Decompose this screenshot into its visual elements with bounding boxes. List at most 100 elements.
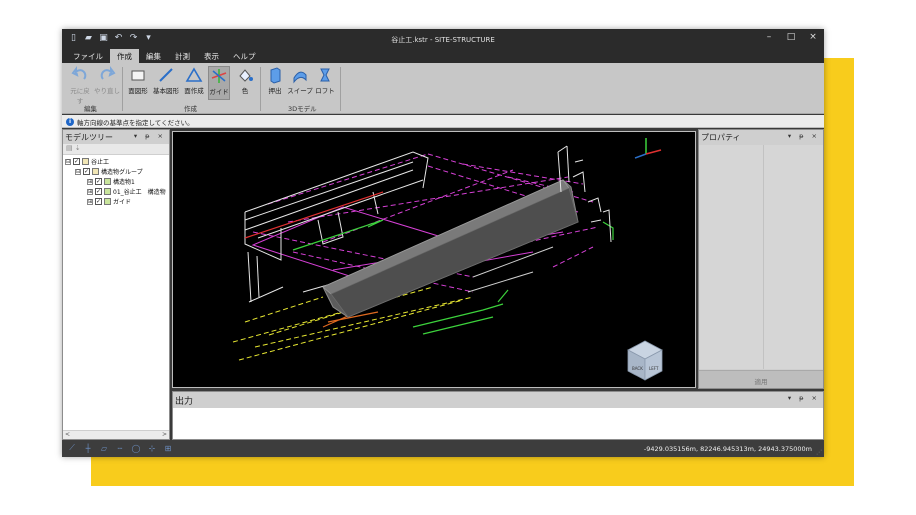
collapse-icon[interactable]: ⊟	[75, 168, 81, 175]
sweep-button[interactable]: スイープ	[287, 66, 313, 95]
triangle-icon	[185, 67, 203, 82]
info-icon: i	[66, 118, 74, 126]
ribbon-separator	[122, 67, 123, 111]
model3d-group-label: 3Dモデル	[288, 105, 317, 113]
structure-icon	[104, 178, 111, 185]
cursor-coordinates: -9429.035156m, 82246.945313m, 24943.3750…	[643, 445, 812, 453]
tree-horizontal-scrollbar[interactable]: < >	[63, 430, 169, 439]
guide-button[interactable]: ガイド	[208, 66, 230, 100]
properties-title: プロパティ	[701, 133, 741, 142]
3d-viewport[interactable]: BACK LEFT	[172, 131, 696, 388]
snap-dash-icon[interactable]: ╌	[114, 444, 126, 453]
close-button[interactable]: ×	[808, 32, 818, 42]
cad-drawing: BACK LEFT	[232, 138, 663, 381]
loft-label: ロフト	[315, 87, 335, 95]
menu-file[interactable]: ファイル	[66, 49, 110, 63]
snap-circle-icon[interactable]: ◯	[130, 444, 142, 453]
collapse-all-icon[interactable]: ⇣	[75, 144, 81, 152]
apply-button[interactable]: 適用	[699, 370, 823, 388]
snap-ortho-icon[interactable]: ⊞	[162, 444, 174, 453]
app-window: ▯ ▰ ▣ ↶ ↷ ▾ 谷止工.kstr - SITE-STRUCTURE – …	[62, 29, 824, 457]
panel-header-buttons[interactable]: ▾ ᵽ ×	[788, 132, 820, 140]
model-tree-title: モデルツリー	[65, 133, 113, 142]
visibility-checkbox[interactable]: ✓	[83, 168, 90, 175]
loft-button[interactable]: ロフト	[315, 66, 335, 95]
collapse-icon[interactable]: ⊟	[65, 158, 71, 165]
undo-button[interactable]: 元に戻す	[68, 66, 92, 105]
tree-node[interactable]: ⊞ ✓ ガイド	[87, 197, 131, 206]
tree-node-label: 谷止工	[91, 159, 110, 166]
snap-cross-icon[interactable]: ┼	[82, 444, 94, 453]
tree-node[interactable]: ⊟ ✓ 構造物グループ	[75, 167, 143, 176]
sweep-icon	[293, 71, 307, 84]
snap-plane-icon[interactable]: ▱	[98, 444, 110, 453]
window-controls: – □ ×	[764, 32, 818, 42]
visibility-checkbox[interactable]: ✓	[95, 178, 102, 185]
create-group-label: 作成	[184, 105, 197, 113]
visibility-checkbox[interactable]: ✓	[95, 198, 102, 205]
tree-node-label: 構造物1	[113, 179, 135, 186]
output-panel: 出力 ▾ ᵽ ×	[172, 391, 824, 440]
extrude-label: 押出	[268, 87, 282, 95]
snap-line-icon[interactable]: ⟋	[66, 443, 78, 453]
menu-measure[interactable]: 計測	[168, 49, 197, 63]
menu-help[interactable]: ヘルプ	[226, 49, 263, 63]
face-create-button[interactable]: 面作成	[182, 66, 206, 95]
redo-icon	[100, 66, 116, 80]
guide-axes-icon	[211, 69, 227, 83]
view-cube-back-label: BACK	[632, 366, 643, 371]
expand-icon[interactable]: ⊞	[87, 178, 93, 185]
undo-icon	[71, 66, 87, 80]
expand-icon[interactable]: ⊞	[87, 198, 93, 205]
line-icon	[159, 68, 173, 82]
basic-shape-button[interactable]: 基本図形	[152, 66, 180, 95]
paint-bucket-icon	[239, 69, 253, 82]
resize-grip-icon[interactable]: ⋰	[816, 449, 822, 456]
redo-button[interactable]: やり直し	[94, 66, 120, 95]
menu-view[interactable]: 表示	[197, 49, 226, 63]
panel-header-buttons[interactable]: ▾ ᵽ ×	[134, 132, 166, 140]
ribbon-separator	[340, 67, 341, 111]
sweep-label: スイープ	[287, 87, 313, 95]
color-label: 色	[241, 87, 249, 95]
tree-node[interactable]: ⊞ ✓ 構造物1	[87, 177, 135, 186]
model-tree-header: モデルツリー ▾ ᵽ ×	[63, 130, 169, 144]
basic-shape-label: 基本図形	[153, 87, 179, 95]
properties-grid	[699, 145, 823, 369]
tree-node[interactable]: ⊟ ✓ 谷止工	[65, 157, 109, 166]
folder-icon	[92, 168, 99, 175]
minimize-button[interactable]: –	[764, 32, 774, 42]
prompt-message: 軸方向線の基準点を指定してください。	[77, 119, 194, 127]
view-cube-left-label: LEFT	[649, 366, 659, 371]
menu-create[interactable]: 作成	[110, 49, 139, 63]
face-shape-label: 面図形	[128, 87, 148, 95]
maximize-button[interactable]: □	[786, 32, 796, 42]
properties-header: プロパティ ▾ ᵽ ×	[699, 130, 823, 144]
guide-node-icon	[104, 198, 111, 205]
axis-gizmo	[634, 138, 662, 159]
color-button[interactable]: 色	[234, 66, 256, 95]
expand-icon[interactable]: ⊞	[87, 188, 93, 195]
document-icon	[82, 158, 89, 165]
title-bar: ▯ ▰ ▣ ↶ ↷ ▾ 谷止工.kstr - SITE-STRUCTURE – …	[62, 29, 824, 49]
view-cube[interactable]: BACK LEFT	[627, 340, 663, 381]
tree-node[interactable]: ⊞ ✓ 01_谷止工 構造物	[87, 187, 166, 196]
panel-header-buttons[interactable]: ▾ ᵽ ×	[788, 394, 820, 402]
scroll-left-button[interactable]: <	[65, 431, 70, 438]
visibility-checkbox[interactable]: ✓	[95, 188, 102, 195]
structure-icon	[104, 188, 111, 195]
edit-group-label: 編集	[84, 105, 97, 113]
menu-bar: ファイル 作成 編集 計測 表示 ヘルプ	[62, 49, 824, 63]
tree-node-label: 01_谷止工 構造物	[113, 189, 166, 196]
snap-grid-icon[interactable]: ⊹	[146, 444, 158, 453]
scroll-right-button[interactable]: >	[162, 431, 167, 438]
extrude-box-icon	[270, 67, 281, 84]
visibility-checkbox[interactable]: ✓	[73, 158, 80, 165]
expand-all-icon[interactable]: ▤	[66, 144, 73, 152]
status-bar: ⟋ ┼ ▱ ╌ ◯ ⊹ ⊞ -9429.035156m, 82246.94531…	[62, 440, 824, 457]
face-shape-button[interactable]: 面図形	[126, 66, 150, 95]
extrude-button[interactable]: 押出	[265, 66, 285, 95]
output-header: 出力 ▾ ᵽ ×	[173, 392, 823, 408]
menu-edit[interactable]: 編集	[139, 49, 168, 63]
snap-toolbar: ⟋ ┼ ▱ ╌ ◯ ⊹ ⊞	[66, 443, 174, 453]
